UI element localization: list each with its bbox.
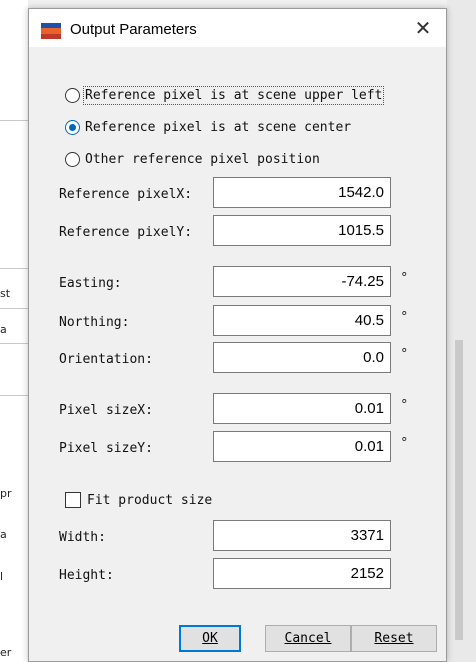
ref-pixel-y-input[interactable]: 1015.5 [213,215,391,246]
orientation-unit: ° [401,347,408,362]
background-text: a [0,528,7,541]
radio-circle[interactable] [65,87,80,103]
dialog-title: Output Parameters [70,21,197,38]
width-label: Width: [59,530,106,545]
easting-label: Easting: [59,276,122,291]
divider [0,395,28,396]
reset-button[interactable]: Reset [351,625,437,652]
radio-label: Other reference pixel position [85,151,320,167]
title-bar: Output Parameters ✕ [29,9,446,47]
output-parameters-dialog: Output Parameters ✕ Reference pixel is a… [28,8,447,662]
pixel-size-y-label: Pixel sizeY: [59,441,153,456]
app-icon [41,23,61,39]
radio-upper-left[interactable]: Reference pixel is at scene upper left [65,84,385,106]
background-window-right [447,0,476,662]
width-input[interactable]: 3371 [213,520,391,551]
northing-label: Northing: [59,315,130,330]
background-text: st [0,287,11,300]
pixel-size-y-input[interactable]: 0.01 [213,431,391,462]
checkbox-box[interactable] [65,492,81,508]
northing-input[interactable]: 40.5 [213,305,391,336]
ok-button[interactable]: OK [179,625,241,652]
background-text: er [0,646,12,659]
radio-label: Reference pixel is at scene center [85,119,352,135]
background-text: pr [0,487,12,500]
fit-product-size-checkbox[interactable]: Fit product size [65,489,212,511]
close-icon[interactable]: ✕ [408,15,438,41]
easting-input[interactable]: -74.25 [213,266,391,297]
ref-pixel-y-label: Reference pixelY: [59,225,193,240]
pixel-size-x-label: Pixel sizeX: [59,403,153,418]
radio-center[interactable]: Reference pixel is at scene center [65,116,351,138]
northing-unit: ° [401,310,408,325]
background-text: a [0,323,7,336]
height-label: Height: [59,568,114,583]
radio-circle-selected[interactable] [65,119,80,135]
divider [0,343,28,344]
divider [0,120,28,121]
cancel-button[interactable]: Cancel [265,625,351,652]
radio-other[interactable]: Other reference pixel position [65,148,320,170]
pixel-size-x-input[interactable]: 0.01 [213,393,391,424]
divider [0,268,28,269]
ref-pixel-x-input[interactable]: 1542.0 [213,177,391,208]
divider [0,308,28,309]
orientation-label: Orientation: [59,352,153,367]
background-text: l [0,570,4,583]
pixel-size-x-unit: ° [401,398,408,413]
background-window-left: st a pr a l er [0,0,28,662]
easting-unit: ° [401,271,408,286]
background-scrollbar [455,340,463,640]
orientation-input[interactable]: 0.0 [213,342,391,373]
height-input[interactable]: 2152 [213,558,391,589]
checkbox-label: Fit product size [87,492,213,508]
ref-pixel-x-label: Reference pixelX: [59,187,193,202]
radio-label: Reference pixel is at scene upper left [82,85,385,105]
pixel-size-y-unit: ° [401,436,408,451]
radio-circle[interactable] [65,151,80,167]
